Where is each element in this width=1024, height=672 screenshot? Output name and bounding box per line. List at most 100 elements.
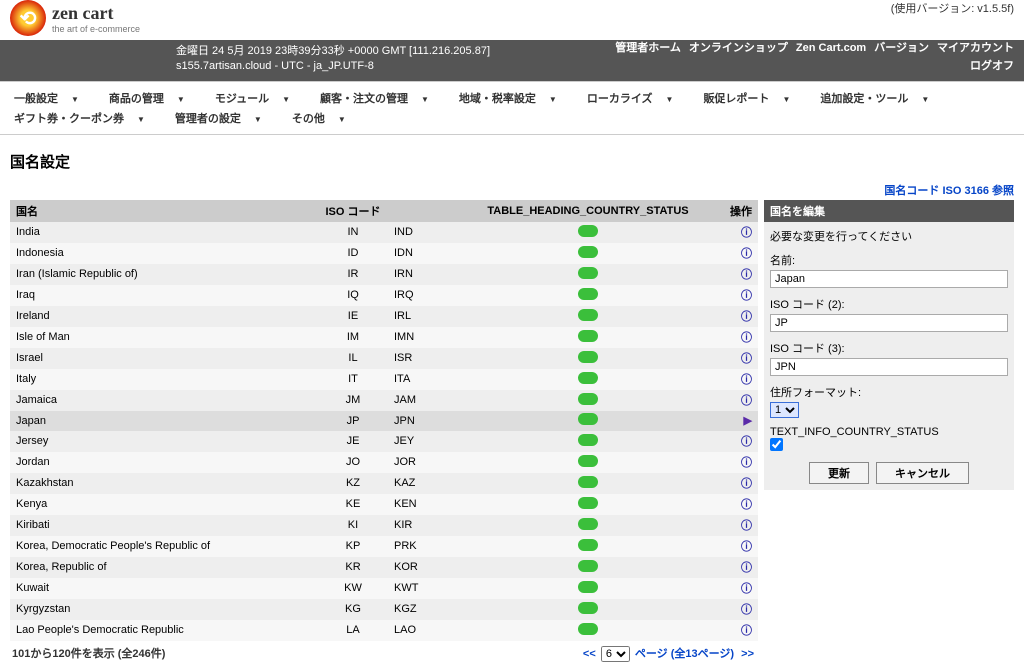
status-dot-icon[interactable] xyxy=(578,372,598,384)
cell-action: ⓘ xyxy=(718,578,758,599)
input-status[interactable] xyxy=(770,438,783,451)
status-dot-icon[interactable] xyxy=(578,309,598,321)
cancel-button[interactable]: キャンセル xyxy=(876,462,969,484)
info-icon[interactable]: ⓘ xyxy=(741,562,752,574)
cell-name: India xyxy=(10,222,318,243)
table-row[interactable]: JapanJPJPN▶ xyxy=(10,411,758,431)
status-dot-icon[interactable] xyxy=(578,518,598,530)
info-icon[interactable]: ⓘ xyxy=(741,436,752,448)
status-dot-icon[interactable] xyxy=(578,434,598,446)
info-icon[interactable]: ⓘ xyxy=(741,311,752,323)
input-format[interactable]: 1 xyxy=(770,402,799,418)
table-row[interactable]: KuwaitKWKWTⓘ xyxy=(10,578,758,599)
info-icon[interactable]: ⓘ xyxy=(741,478,752,490)
info-icon[interactable]: ⓘ xyxy=(741,625,752,637)
status-dot-icon[interactable] xyxy=(578,330,598,342)
info-icon[interactable]: ⓘ xyxy=(741,541,752,553)
chevron-down-icon: ▼ xyxy=(61,93,89,106)
cell-status xyxy=(458,390,718,411)
info-icon[interactable]: ⓘ xyxy=(741,227,752,239)
status-dot-icon[interactable] xyxy=(578,393,598,405)
status-dot-icon[interactable] xyxy=(578,497,598,509)
cell-iso3: JOR xyxy=(388,452,458,473)
status-dot-icon[interactable] xyxy=(578,455,598,467)
status-dot-icon[interactable] xyxy=(578,623,598,635)
nav-item[interactable]: その他▼ xyxy=(282,108,366,128)
cell-status xyxy=(458,285,718,306)
nav-item[interactable]: 商品の管理▼ xyxy=(99,88,205,108)
status-dot-icon[interactable] xyxy=(578,351,598,363)
status-dot-icon[interactable] xyxy=(578,413,598,425)
cell-name: Japan xyxy=(10,411,318,431)
table-row[interactable]: IsraelILISRⓘ xyxy=(10,348,758,369)
info-icon[interactable]: ⓘ xyxy=(741,395,752,407)
info-icon[interactable]: ⓘ xyxy=(741,499,752,511)
table-row[interactable]: Korea, Republic ofKRKORⓘ xyxy=(10,557,758,578)
status-dot-icon[interactable] xyxy=(578,267,598,279)
admin-link[interactable]: オンラインショップ xyxy=(689,42,788,54)
table-row[interactable]: JordanJOJORⓘ xyxy=(10,452,758,473)
nav-item[interactable]: 追加設定・ツール▼ xyxy=(810,88,949,108)
table-row[interactable]: JerseyJEJEYⓘ xyxy=(10,431,758,452)
table-row[interactable]: ItalyITITAⓘ xyxy=(10,369,758,390)
table-row[interactable]: IndonesiaIDIDNⓘ xyxy=(10,243,758,264)
table-row[interactable]: Isle of ManIMIMNⓘ xyxy=(10,327,758,348)
info-icon[interactable]: ⓘ xyxy=(741,583,752,595)
table-row[interactable]: IraqIQIRQⓘ xyxy=(10,285,758,306)
info-icon[interactable]: ⓘ xyxy=(741,248,752,260)
nav-item[interactable]: 一般設定▼ xyxy=(4,88,99,108)
status-dot-icon[interactable] xyxy=(578,581,598,593)
info-icon[interactable]: ⓘ xyxy=(741,604,752,616)
table-row[interactable]: KenyaKEKENⓘ xyxy=(10,494,758,515)
pager-page-select[interactable]: 6 xyxy=(601,646,630,662)
status-dot-icon[interactable] xyxy=(578,225,598,237)
cell-status xyxy=(458,578,718,599)
status-dot-icon[interactable] xyxy=(578,288,598,300)
table-row[interactable]: Iran (Islamic Republic of)IRIRNⓘ xyxy=(10,264,758,285)
status-dot-icon[interactable] xyxy=(578,539,598,551)
info-icon[interactable]: ⓘ xyxy=(741,520,752,532)
table-row[interactable]: IrelandIEIRLⓘ xyxy=(10,306,758,327)
table-row[interactable]: JamaicaJMJAMⓘ xyxy=(10,390,758,411)
nav-item[interactable]: 管理者の設定▼ xyxy=(165,108,282,128)
main-nav: 一般設定▼商品の管理▼モジュール▼顧客・注文の管理▼地域・税率設定▼ローカライズ… xyxy=(0,81,1024,135)
info-icon[interactable]: ⓘ xyxy=(741,374,752,386)
input-iso3[interactable] xyxy=(770,358,1008,376)
table-row[interactable]: Lao People's Democratic RepublicLALAOⓘ xyxy=(10,620,758,641)
info-icon[interactable]: ⓘ xyxy=(741,332,752,344)
status-dot-icon[interactable] xyxy=(578,560,598,572)
nav-item[interactable]: ギフト券・クーポン券▼ xyxy=(4,108,165,128)
status-dot-icon[interactable] xyxy=(578,476,598,488)
table-row[interactable]: Korea, Democratic People's Republic ofKP… xyxy=(10,536,758,557)
table-row[interactable]: KiribatiKIKIRⓘ xyxy=(10,515,758,536)
table-row[interactable]: KyrgyzstanKGKGZⓘ xyxy=(10,599,758,620)
nav-item[interactable]: 地域・税率設定▼ xyxy=(449,88,577,108)
admin-link[interactable]: Zen Cart.com xyxy=(796,42,866,54)
table-row[interactable]: IndiaININDⓘ xyxy=(10,222,758,243)
admin-links: 管理者ホームオンラインショップZen Cart.comバージョンマイアカウント … xyxy=(607,40,1014,75)
info-icon[interactable]: ⓘ xyxy=(741,269,752,281)
input-iso2[interactable] xyxy=(770,314,1008,332)
pager-next[interactable]: >> xyxy=(741,648,754,660)
status-dot-icon[interactable] xyxy=(578,602,598,614)
status-dot-icon[interactable] xyxy=(578,246,598,258)
admin-link[interactable]: マイアカウント xyxy=(937,42,1014,54)
nav-item[interactable]: ローカライズ▼ xyxy=(577,88,694,108)
input-name[interactable] xyxy=(770,270,1008,288)
cell-name: Kiribati xyxy=(10,515,318,536)
logo-mark-icon: ⟲ xyxy=(10,0,46,36)
nav-item[interactable]: 販促レポート▼ xyxy=(693,88,810,108)
iso-reference-link[interactable]: 国名コード ISO 3166 参照 xyxy=(884,185,1014,197)
logoff-link[interactable]: ログオフ xyxy=(970,60,1014,72)
info-icon[interactable]: ⓘ xyxy=(741,290,752,302)
update-button[interactable]: 更新 xyxy=(809,462,869,484)
info-icon[interactable]: ⓘ xyxy=(741,353,752,365)
nav-item[interactable]: モジュール▼ xyxy=(205,88,310,108)
nav-item[interactable]: 顧客・注文の管理▼ xyxy=(310,88,449,108)
table-row[interactable]: KazakhstanKZKAZⓘ xyxy=(10,473,758,494)
cell-name: Jamaica xyxy=(10,390,318,411)
admin-link[interactable]: バージョン xyxy=(874,42,929,54)
admin-link[interactable]: 管理者ホーム xyxy=(615,42,681,54)
info-icon[interactable]: ⓘ xyxy=(741,457,752,469)
pager-prev[interactable]: << xyxy=(583,648,596,660)
